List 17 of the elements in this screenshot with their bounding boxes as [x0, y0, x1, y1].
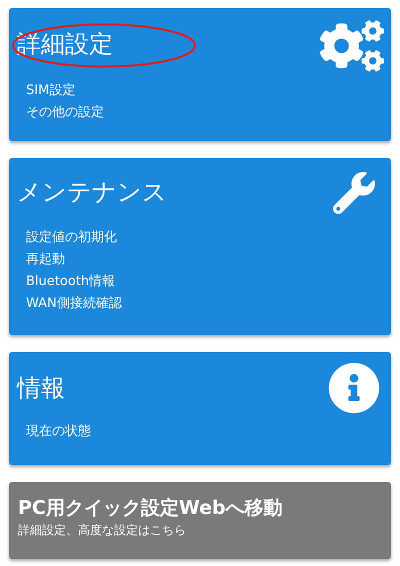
menu-item[interactable]: 再起動: [26, 249, 65, 271]
menu-item[interactable]: Bluetooth情報: [26, 271, 116, 293]
menu-item[interactable]: SIM設定: [26, 80, 76, 102]
menu-item[interactable]: 設定値の初期化: [26, 227, 117, 249]
card-title: メンテナンス: [17, 177, 167, 208]
menu-item[interactable]: WAN側接続確認: [26, 293, 122, 315]
web-link-card[interactable]: PC用クイック設定Webへ移動 詳細設定、高度な設定はこちら: [9, 482, 391, 559]
wrench-icon: [333, 172, 375, 214]
menu-item[interactable]: その他の設定: [26, 102, 104, 124]
info-icon: [328, 362, 380, 414]
card-title: 情報: [17, 373, 65, 404]
menu-card[interactable]: メンテナンス 設定値の初期化 再起動 Bluetooth情報 WAN側接続確認: [9, 158, 391, 335]
gears-icon: [320, 18, 384, 74]
menu-card[interactable]: 情報 現在の状態: [9, 352, 391, 465]
web-link-subtitle: 詳細設定、高度な設定はこちら: [18, 522, 186, 539]
menu-item[interactable]: 現在の状態: [26, 421, 91, 443]
web-link-title: PC用クイック設定Webへ移動: [18, 496, 283, 521]
